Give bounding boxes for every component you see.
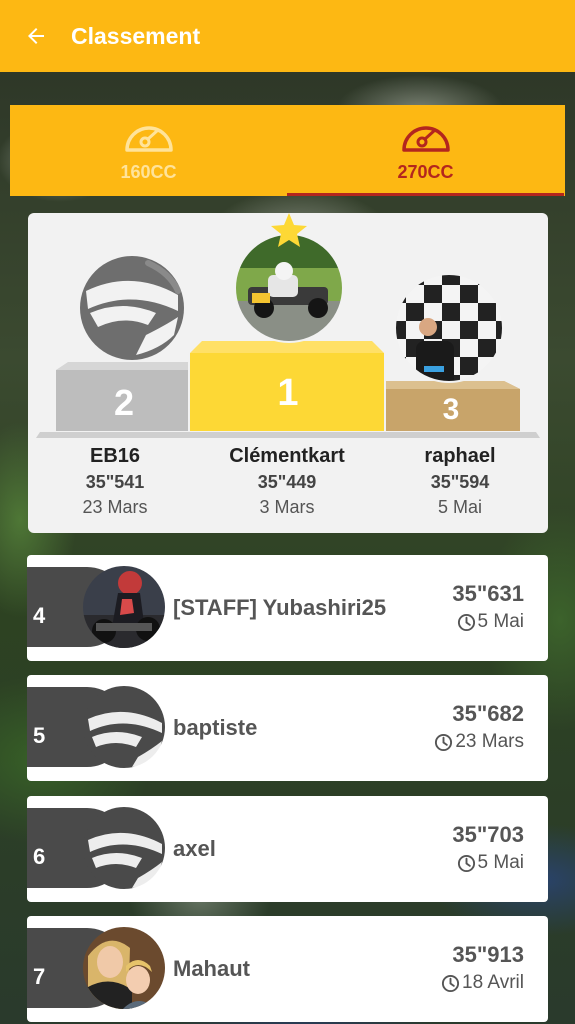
player-name: raphael	[424, 445, 496, 467]
leaderboard-row[interactable]: 5 baptiste 35"682 23 Mars	[27, 675, 548, 781]
lap-time: 35"631	[452, 581, 524, 606]
tab-160cc[interactable]: 160CC	[10, 105, 287, 196]
lap-time: 35"913	[452, 942, 524, 967]
helmet-avatar	[83, 686, 165, 768]
speedometer-icon	[124, 126, 173, 152]
rank-number: 4	[33, 603, 46, 628]
class-tabs: 160CC 270CC	[10, 105, 565, 196]
date-text: 18 Avril	[462, 972, 524, 993]
player-name: baptiste	[173, 715, 258, 740]
app-bar: Classement	[0, 0, 575, 72]
podium-rank-3: 3	[443, 393, 460, 426]
third-photo	[394, 273, 504, 383]
podium-card: 2 3 1 EB16 35"541 23 Mars Clémentkart 35…	[28, 213, 548, 533]
active-tab-indicator	[287, 193, 564, 196]
date-text: 23 Mars	[455, 731, 524, 752]
leaderboard-row[interactable]: 7 Mahaut 35"913 18 Avril	[27, 916, 548, 1022]
helmet-avatar	[80, 256, 184, 360]
lap-time: 35"449	[257, 472, 317, 492]
player-name: EB16	[89, 445, 141, 467]
clock-icon	[435, 733, 453, 751]
clock-icon	[441, 974, 460, 992]
back-button[interactable]	[18, 18, 54, 54]
player-name: Clémentkart	[229, 445, 345, 467]
podium-base	[36, 432, 540, 438]
player-name: [STAFF] Yubashiri25	[173, 595, 387, 620]
podium-second[interactable]: EB16 35"541 23 Mars	[40, 445, 190, 518]
player-name: axel	[173, 836, 216, 861]
tab-label: 160CC	[120, 162, 177, 182]
lap-date: 5 Mai	[437, 497, 482, 517]
podium-illustration: 2 3 1	[36, 213, 540, 438]
lap-date: 23 Mars	[82, 497, 148, 517]
lap-date: 3 Mars	[259, 497, 315, 517]
speedometer-icon	[401, 126, 450, 152]
leaderboard-row[interactable]: 4 [STAFF] Yubashiri25 35"631 5 Mai	[27, 555, 548, 661]
clock-icon	[457, 613, 475, 631]
lap-time: 35"703	[452, 822, 524, 847]
lap-date: 5 Mai	[457, 611, 524, 633]
player-photo	[83, 566, 165, 648]
tab-270cc[interactable]: 270CC	[287, 105, 564, 196]
player-name: Mahaut	[173, 956, 250, 981]
podium-third[interactable]: raphael 35"594 5 Mai	[385, 445, 535, 518]
clock-icon	[457, 854, 475, 872]
leaderboard-row[interactable]: 6 axel 35"703 5 Mai	[27, 796, 548, 902]
lap-time: 35"682	[452, 701, 524, 726]
winner-photo	[234, 233, 344, 343]
podium-rank-2: 2	[114, 382, 134, 423]
lap-date: 23 Mars	[434, 731, 524, 753]
date-text: 5 Mai	[477, 852, 524, 873]
lap-time: 35"594	[430, 472, 490, 492]
rank-number: 5	[33, 723, 46, 748]
arrow-left-icon	[28, 28, 44, 44]
lap-date: 18 Avril	[441, 972, 524, 994]
lap-date: 5 Mai	[457, 852, 524, 874]
podium-rank-1: 1	[277, 372, 298, 414]
helmet-avatar	[83, 807, 165, 889]
rank-number: 6	[33, 844, 46, 869]
lap-time: 35"541	[85, 472, 145, 492]
page-title: Classement	[71, 22, 201, 49]
date-text: 5 Mai	[477, 611, 524, 632]
rank-number: 7	[33, 964, 46, 989]
tab-label: 270CC	[397, 162, 454, 182]
player-photo	[83, 927, 165, 1009]
podium-first[interactable]: Clémentkart 35"449 3 Mars	[212, 445, 362, 518]
